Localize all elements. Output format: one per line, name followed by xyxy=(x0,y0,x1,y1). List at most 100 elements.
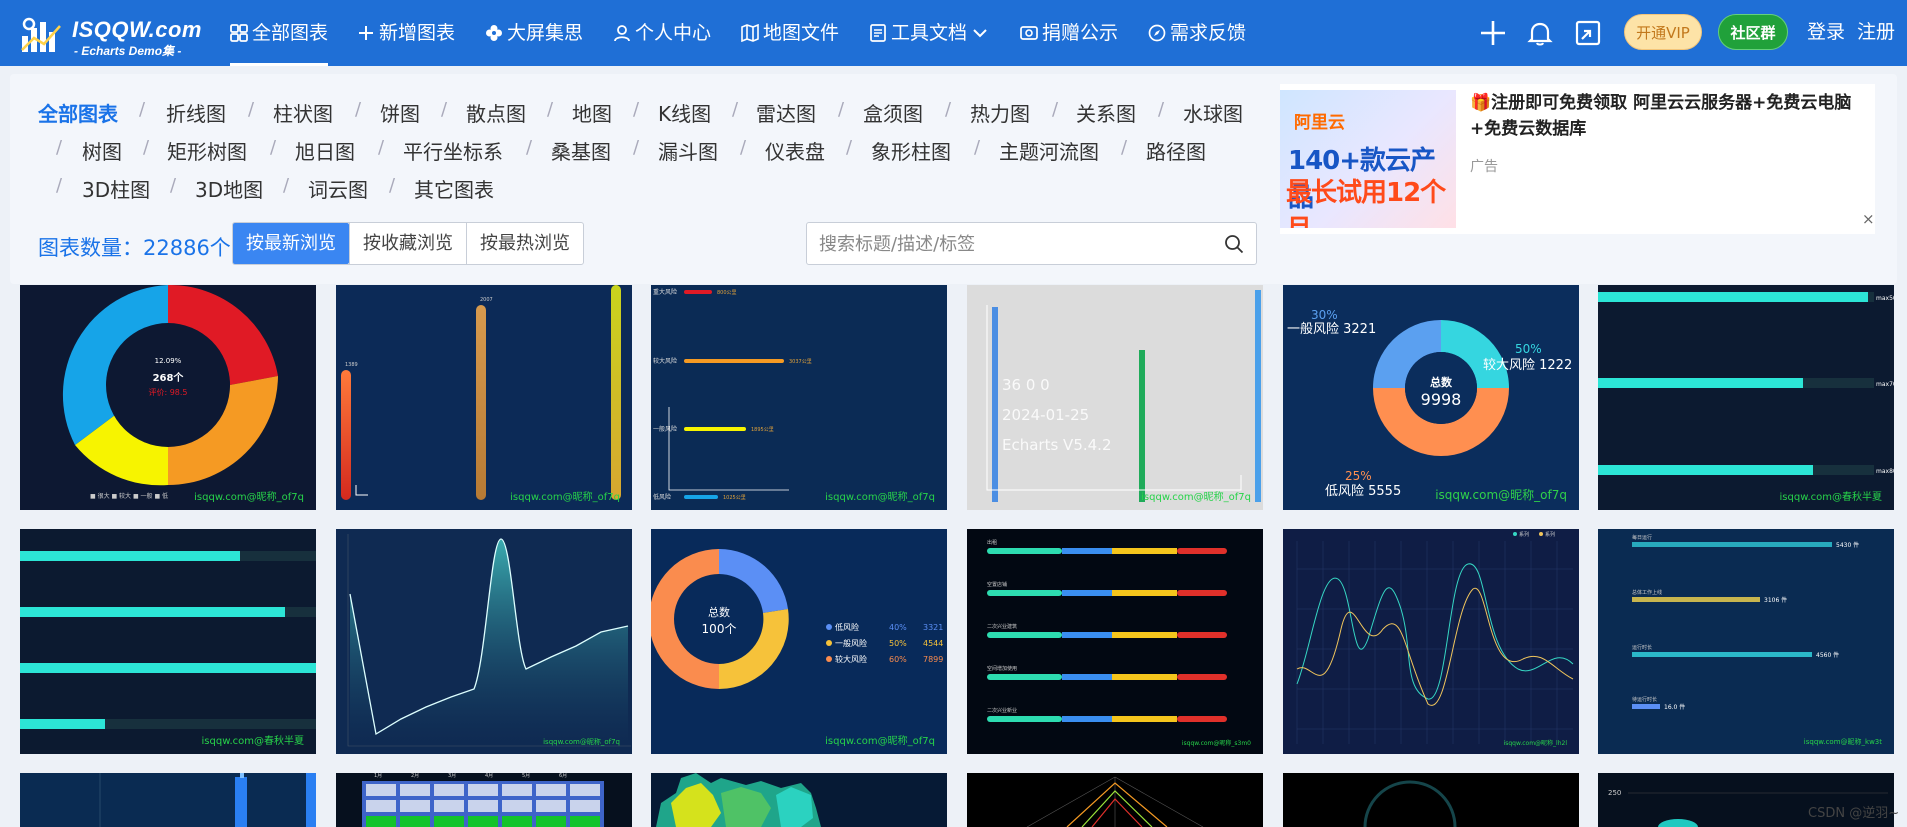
category-tree[interactable]: 树图 xyxy=(82,136,122,165)
category-line[interactable]: 折线图 xyxy=(166,98,226,127)
category-boxplot[interactable]: 盒须图 xyxy=(863,98,923,127)
center-title: 总数 xyxy=(1430,375,1453,389)
chart-card[interactable] xyxy=(967,773,1263,827)
chart-card[interactable]: 1月 2月 3月 4月 5月 6月 xyxy=(336,773,632,827)
watermark: isqqw.com@昵称_lh2l xyxy=(1503,740,1567,747)
category-graph[interactable]: 关系图 xyxy=(1076,98,1136,127)
ad-text[interactable]: 🎁注册即可免费领取 阿里云云服务器+免费云电脑+免费云数据库 xyxy=(1470,90,1870,142)
community-group-button[interactable]: 社区群 xyxy=(1718,14,1788,50)
category-treemap[interactable]: 矩形树图 xyxy=(167,136,247,165)
legend-label: 较大风险 xyxy=(835,654,867,664)
header: 4月 xyxy=(485,773,493,779)
category-kline[interactable]: K线图 xyxy=(658,98,711,127)
category-sankey[interactable]: 桑基图 xyxy=(551,136,611,165)
chart-card[interactable]: 系列 系列 isqqw.com@昵称_lh2l xyxy=(1283,529,1579,754)
exit-fullscreen-icon[interactable] xyxy=(1573,18,1603,48)
chart-card[interactable]: 每日运行 5430 件 总体工作上线 3106 件 运行时长 4560 件 待运… xyxy=(1598,529,1894,754)
nav-add-chart[interactable]: 新增图表 xyxy=(357,0,455,66)
search-input[interactable] xyxy=(819,231,1199,257)
category-heatmap[interactable]: 热力图 xyxy=(970,98,1030,127)
category-gauge[interactable]: 仪表盘 xyxy=(765,136,825,165)
pct-label: 25% xyxy=(1345,469,1372,483)
chart-card[interactable]: isqqw.com@春秋半夏 xyxy=(20,529,316,754)
chart-card[interactable]: 总数 100个 低风险 40% 3321 一般风险 50% 4544 较大风险 60% 78… xyxy=(651,529,947,754)
category-pictorial-bar[interactable]: 象形柱图 xyxy=(871,136,951,165)
ad-close-icon[interactable]: × xyxy=(1862,210,1875,228)
chart-card[interactable] xyxy=(1283,773,1579,827)
chart-count-value: 22886个 xyxy=(143,236,231,260)
category-separator: / xyxy=(56,175,63,196)
advertisement[interactable]: 阿里云 140+款云产品 最长试用12个月 🎁注册即可免费领取 阿里云云服务器+… xyxy=(1280,84,1875,234)
category-3d-bar[interactable]: 3D柱图 xyxy=(82,174,150,203)
nav-tool-docs[interactable]: 工具文档 xyxy=(869,0,989,66)
grid-icon xyxy=(230,24,248,42)
register-link[interactable]: 注册 xyxy=(1857,0,1895,64)
header: 2月 xyxy=(411,773,419,779)
watermark: isqqw.com@昵称_of7q xyxy=(825,492,935,503)
category-wordcloud[interactable]: 词云图 xyxy=(308,174,368,203)
value-label: 1389 xyxy=(345,362,358,368)
category-radar[interactable]: 雷达图 xyxy=(756,98,816,127)
add-icon[interactable] xyxy=(1478,18,1508,48)
sort-hottest-button[interactable]: 按最热浏览 xyxy=(466,223,583,264)
site-logo[interactable]: ISQQW.com - Echarts Demo集 - xyxy=(20,14,202,58)
watermark: isqqw.com@春秋半夏 xyxy=(201,736,304,747)
chart-card[interactable]: max50 max70 max80 isqqw.com@春秋半夏 xyxy=(1598,285,1894,510)
category-funnel[interactable]: 漏斗图 xyxy=(658,136,718,165)
category-lines[interactable]: 路径图 xyxy=(1146,136,1206,165)
category-other[interactable]: 其它图表 xyxy=(414,174,494,203)
value-label: 1025公里 xyxy=(723,495,746,501)
open-vip-button[interactable]: 开通VIP xyxy=(1624,14,1702,50)
category-all[interactable]: 全部图表 xyxy=(38,98,118,127)
legend-label: 系列 xyxy=(1519,531,1529,538)
category-parallel[interactable]: 平行坐标系 xyxy=(403,136,503,165)
chart-card[interactable] xyxy=(651,773,947,827)
category-theme-river[interactable]: 主题河流图 xyxy=(999,136,1099,165)
logo-subtitle: - Echarts Demo集 - xyxy=(74,44,182,58)
ad-image[interactable]: 阿里云 140+款云产品 最长试用12个月 xyxy=(1280,90,1456,228)
category-map[interactable]: 地图 xyxy=(572,98,612,127)
compass-icon xyxy=(1148,24,1166,42)
row-label: 一般风险 xyxy=(653,425,677,433)
plus-icon xyxy=(359,26,373,40)
watermark: isqqw.com@昵称_of7q xyxy=(1141,492,1251,503)
category-3d-map[interactable]: 3D地图 xyxy=(195,174,263,203)
chart-card[interactable] xyxy=(20,773,316,827)
chart-thumbnail: 系列 系列 xyxy=(1296,531,1574,744)
chart-card[interactable]: 重大风险 800公里 较大风险 3037公里 一般风险 1895公里 低风险 1… xyxy=(651,285,947,510)
nav-feedback[interactable]: 需求反馈 xyxy=(1148,0,1246,66)
chart-card[interactable]: 总数 9998 30% 一般风险 3221 50% 较大风险 1222 25% … xyxy=(1283,285,1579,510)
search-icon[interactable] xyxy=(1224,234,1244,254)
login-link[interactable]: 登录 xyxy=(1807,0,1845,64)
chart-card[interactable]: 1389 2007 isqqw.com@昵称_of7q xyxy=(336,285,632,510)
nav-all-charts[interactable]: 全部图表 xyxy=(230,0,329,66)
category-separator: / xyxy=(633,99,640,120)
chart-card[interactable]: 12.09% 268个 评价: 98.5 ■ 很大 ■ 较大 ■ 一般 ■ 低 … xyxy=(20,285,316,510)
legend-label: 低风险 xyxy=(835,622,859,632)
sort-favorites-button[interactable]: 按收藏浏览 xyxy=(349,223,466,264)
bell-icon[interactable] xyxy=(1525,18,1555,48)
label: 低风险 5555 xyxy=(1325,484,1401,499)
category-liquid[interactable]: 水球图 xyxy=(1183,98,1243,127)
category-separator: / xyxy=(633,137,640,158)
nav-user-center[interactable]: 个人中心 xyxy=(613,0,711,66)
flower-icon xyxy=(486,25,502,41)
sort-latest-button[interactable]: 按最新浏览 xyxy=(233,223,349,264)
header: 1月 xyxy=(374,773,382,779)
category-bar[interactable]: 柱状图 xyxy=(273,98,333,127)
ad-label: 广告 xyxy=(1470,159,1498,175)
category-sunburst[interactable]: 旭日图 xyxy=(295,136,355,165)
category-separator: / xyxy=(1052,99,1059,120)
category-scatter[interactable]: 散点图 xyxy=(466,98,526,127)
nav-map-files[interactable]: 地图文件 xyxy=(741,0,839,66)
svg-text:空间增加使用: 空间增加使用 xyxy=(987,665,1017,672)
nav-label: 大屏集思 xyxy=(507,22,584,44)
nav-donations[interactable]: 捐赠公示 xyxy=(1020,0,1118,66)
chart-card[interactable]: isqqw.com@昵称_of7q xyxy=(336,529,632,754)
legend-pct: 40% xyxy=(889,623,907,632)
legend-label: 一般风险 xyxy=(835,638,867,648)
category-pie[interactable]: 饼图 xyxy=(380,98,420,127)
chart-card[interactable]: 36 0 0 2024-01-25 Echarts V5.4.2 isqqw.c… xyxy=(967,285,1263,510)
chart-card[interactable]: 出租 空置店铺 二次兴业建筑 空间增加使用 二次兴业新业 isqqw.com@昵… xyxy=(967,529,1263,754)
nav-bigscreen[interactable]: 大屏集思 xyxy=(485,0,583,66)
